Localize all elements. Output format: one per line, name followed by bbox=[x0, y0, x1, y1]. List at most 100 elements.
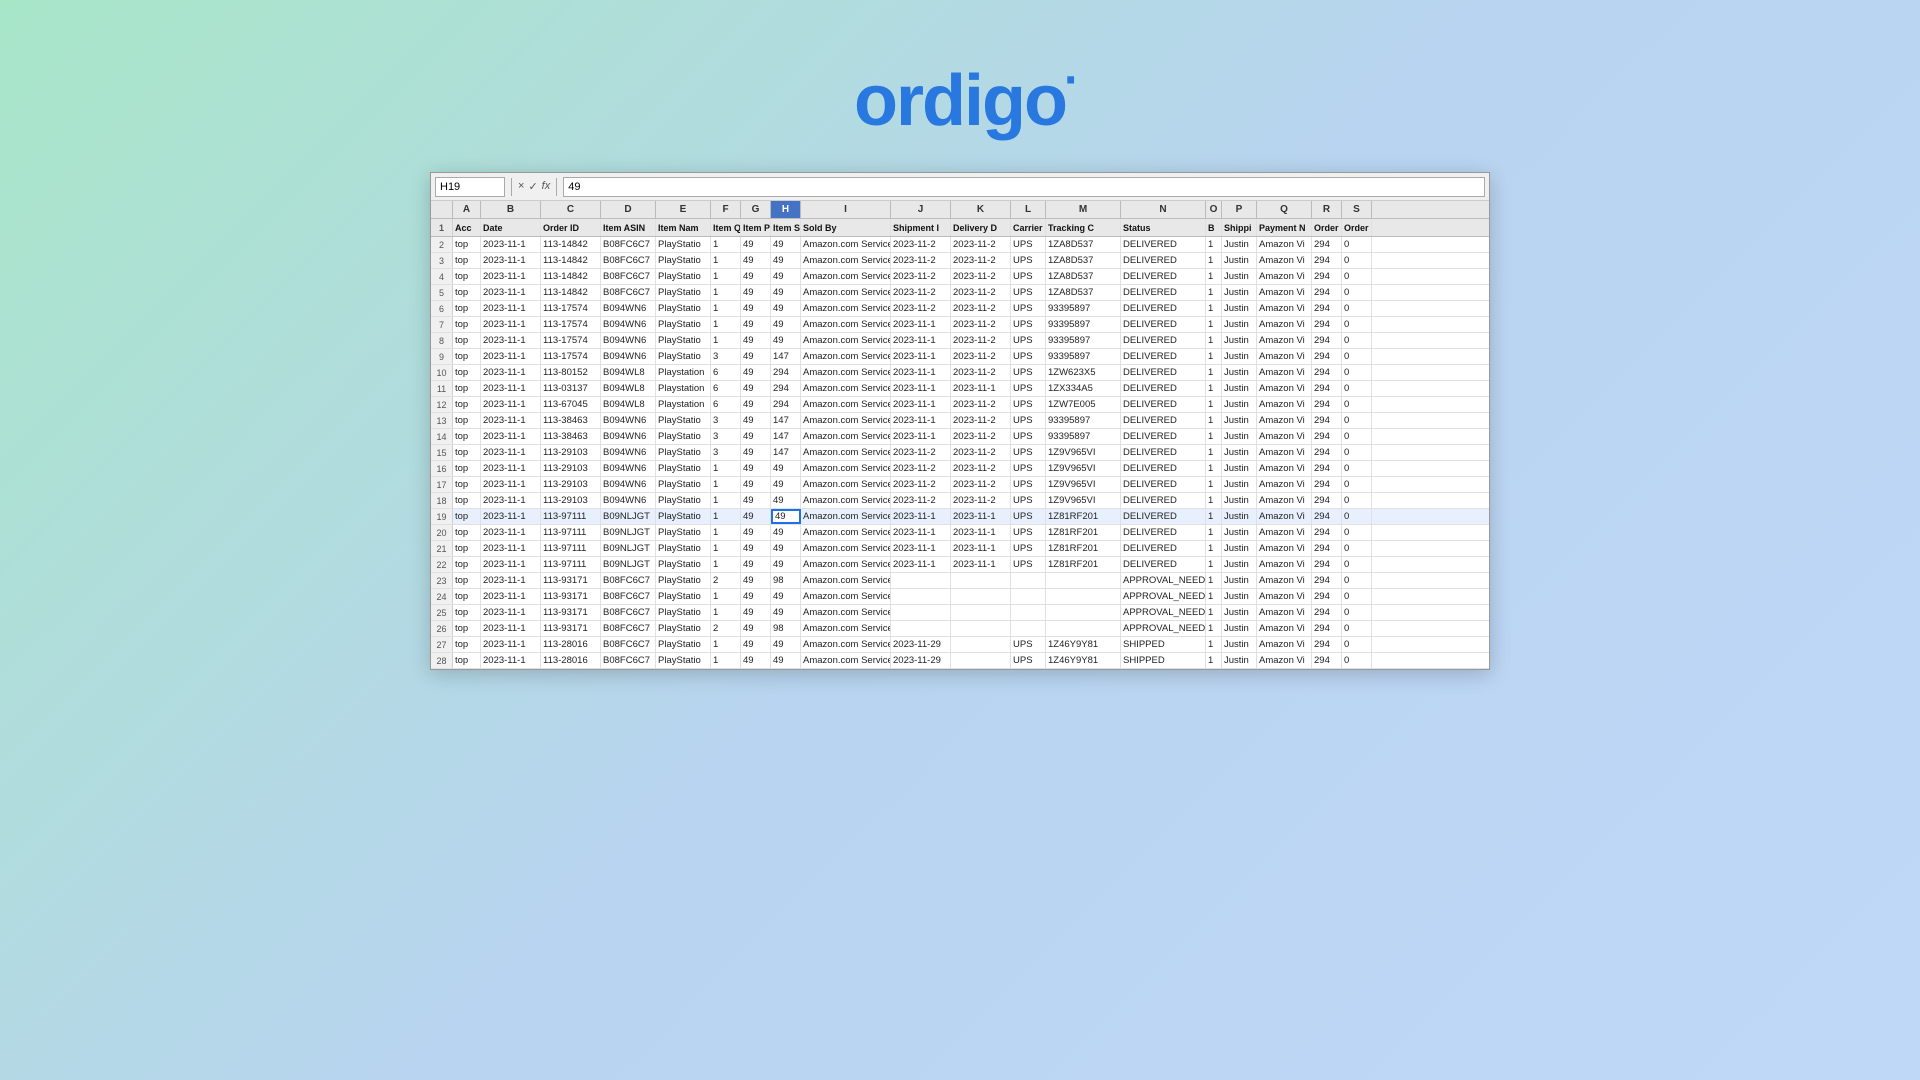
cell-9-C[interactable]: 113-17574 bbox=[541, 349, 601, 364]
cell-19-S[interactable]: 0 bbox=[1342, 509, 1372, 524]
cell-6-O[interactable]: 1 bbox=[1206, 301, 1222, 316]
cell-15-O[interactable]: 1 bbox=[1206, 445, 1222, 460]
cell-10-H[interactable]: 294 bbox=[771, 365, 801, 380]
cell-7-N[interactable]: DELIVERED bbox=[1121, 317, 1206, 332]
cell-26-J[interactable] bbox=[891, 621, 951, 636]
cell-27-I[interactable]: Amazon.com Services LLC bbox=[801, 637, 891, 652]
cell-2-C[interactable]: 113-14842 bbox=[541, 237, 601, 252]
cell-19-R[interactable]: 294 bbox=[1312, 509, 1342, 524]
cell-19-D[interactable]: B09NLJGT bbox=[601, 509, 656, 524]
cell-25-B[interactable]: 2023-11-1 bbox=[481, 605, 541, 620]
cell-11-H[interactable]: 294 bbox=[771, 381, 801, 396]
cell-19-A[interactable]: top bbox=[453, 509, 481, 524]
cell-22-S[interactable]: 0 bbox=[1342, 557, 1372, 572]
cell-9-N[interactable]: DELIVERED bbox=[1121, 349, 1206, 364]
cell-20-N[interactable]: DELIVERED bbox=[1121, 525, 1206, 540]
cell-15-C[interactable]: 113-29103 bbox=[541, 445, 601, 460]
cell-14-L[interactable]: UPS bbox=[1011, 429, 1046, 444]
cell-16-D[interactable]: B094WN6 bbox=[601, 461, 656, 476]
cell-13-E[interactable]: PlayStatio bbox=[656, 413, 711, 428]
cell-26-C[interactable]: 113-93171 bbox=[541, 621, 601, 636]
header-F[interactable]: Item Quan bbox=[711, 219, 741, 236]
cell-16-H[interactable]: 49 bbox=[771, 461, 801, 476]
cell-5-E[interactable]: PlayStatio bbox=[656, 285, 711, 300]
cell-12-H[interactable]: 294 bbox=[771, 397, 801, 412]
cell-10-O[interactable]: 1 bbox=[1206, 365, 1222, 380]
cell-22-I[interactable]: Amazon.com Services LLC bbox=[801, 557, 891, 572]
cell-14-N[interactable]: DELIVERED bbox=[1121, 429, 1206, 444]
cell-20-K[interactable]: 2023-11-1 bbox=[951, 525, 1011, 540]
cell-7-R[interactable]: 294 bbox=[1312, 317, 1342, 332]
cell-15-I[interactable]: Amazon.com Services LLC bbox=[801, 445, 891, 460]
cell-4-M[interactable]: 1ZA8D537 bbox=[1046, 269, 1121, 284]
cell-27-L[interactable]: UPS bbox=[1011, 637, 1046, 652]
cell-4-F[interactable]: 1 bbox=[711, 269, 741, 284]
cell-18-H[interactable]: 49 bbox=[771, 493, 801, 508]
cell-26-F[interactable]: 2 bbox=[711, 621, 741, 636]
cell-8-E[interactable]: PlayStatio bbox=[656, 333, 711, 348]
cell-22-M[interactable]: 1Z81RF201 bbox=[1046, 557, 1121, 572]
cell-22-J[interactable]: 2023-11-1 bbox=[891, 557, 951, 572]
header-N[interactable]: Status bbox=[1121, 219, 1206, 236]
cell-15-L[interactable]: UPS bbox=[1011, 445, 1046, 460]
cell-6-D[interactable]: B094WN6 bbox=[601, 301, 656, 316]
cell-27-Q[interactable]: Amazon Vi bbox=[1257, 637, 1312, 652]
cell-13-M[interactable]: 93395897 bbox=[1046, 413, 1121, 428]
cell-12-K[interactable]: 2023-11-2 bbox=[951, 397, 1011, 412]
cell-5-D[interactable]: B08FC6C7 bbox=[601, 285, 656, 300]
cell-10-A[interactable]: top bbox=[453, 365, 481, 380]
cell-23-R[interactable]: 294 bbox=[1312, 573, 1342, 588]
cell-24-H[interactable]: 49 bbox=[771, 589, 801, 604]
cell-20-P[interactable]: Justin bbox=[1222, 525, 1257, 540]
cell-13-P[interactable]: Justin bbox=[1222, 413, 1257, 428]
cell-16-C[interactable]: 113-29103 bbox=[541, 461, 601, 476]
cell-7-E[interactable]: PlayStatio bbox=[656, 317, 711, 332]
cell-21-P[interactable]: Justin bbox=[1222, 541, 1257, 556]
cell-5-Q[interactable]: Amazon Vi bbox=[1257, 285, 1312, 300]
cell-16-A[interactable]: top bbox=[453, 461, 481, 476]
cell-5-S[interactable]: 0 bbox=[1342, 285, 1372, 300]
cell-7-G[interactable]: 49 bbox=[741, 317, 771, 332]
cell-20-M[interactable]: 1Z81RF201 bbox=[1046, 525, 1121, 540]
cell-23-Q[interactable]: Amazon Vi bbox=[1257, 573, 1312, 588]
cell-9-H[interactable]: 147 bbox=[771, 349, 801, 364]
cell-12-Q[interactable]: Amazon Vi bbox=[1257, 397, 1312, 412]
cell-23-C[interactable]: 113-93171 bbox=[541, 573, 601, 588]
cell-4-J[interactable]: 2023-11-2 bbox=[891, 269, 951, 284]
cell-27-O[interactable]: 1 bbox=[1206, 637, 1222, 652]
cell-27-F[interactable]: 1 bbox=[711, 637, 741, 652]
cell-18-B[interactable]: 2023-11-1 bbox=[481, 493, 541, 508]
cell-19-O[interactable]: 1 bbox=[1206, 509, 1222, 524]
cell-24-D[interactable]: B08FC6C7 bbox=[601, 589, 656, 604]
cell-19-P[interactable]: Justin bbox=[1222, 509, 1257, 524]
cell-11-G[interactable]: 49 bbox=[741, 381, 771, 396]
cell-27-B[interactable]: 2023-11-1 bbox=[481, 637, 541, 652]
cell-28-L[interactable]: UPS bbox=[1011, 653, 1046, 668]
cell-10-M[interactable]: 1ZW623X5 bbox=[1046, 365, 1121, 380]
cell-13-L[interactable]: UPS bbox=[1011, 413, 1046, 428]
cell-9-L[interactable]: UPS bbox=[1011, 349, 1046, 364]
cell-28-G[interactable]: 49 bbox=[741, 653, 771, 668]
header-I[interactable]: Sold By bbox=[801, 219, 891, 236]
cell-7-C[interactable]: 113-17574 bbox=[541, 317, 601, 332]
cell-27-N[interactable]: SHIPPED bbox=[1121, 637, 1206, 652]
cell-17-P[interactable]: Justin bbox=[1222, 477, 1257, 492]
cell-13-B[interactable]: 2023-11-1 bbox=[481, 413, 541, 428]
cell-6-N[interactable]: DELIVERED bbox=[1121, 301, 1206, 316]
cell-14-J[interactable]: 2023-11-1 bbox=[891, 429, 951, 444]
cell-26-N[interactable]: APPROVAL_NEEDED bbox=[1121, 621, 1206, 636]
cell-6-S[interactable]: 0 bbox=[1342, 301, 1372, 316]
cell-14-E[interactable]: PlayStatio bbox=[656, 429, 711, 444]
cell-3-N[interactable]: DELIVERED bbox=[1121, 253, 1206, 268]
header-C[interactable]: Order ID bbox=[541, 219, 601, 236]
cell-5-N[interactable]: DELIVERED bbox=[1121, 285, 1206, 300]
cell-27-K[interactable] bbox=[951, 637, 1011, 652]
cell-22-C[interactable]: 113-97111 bbox=[541, 557, 601, 572]
cell-22-B[interactable]: 2023-11-1 bbox=[481, 557, 541, 572]
cell-17-K[interactable]: 2023-11-2 bbox=[951, 477, 1011, 492]
cell-8-Q[interactable]: Amazon Vi bbox=[1257, 333, 1312, 348]
cell-11-A[interactable]: top bbox=[453, 381, 481, 396]
cell-11-S[interactable]: 0 bbox=[1342, 381, 1372, 396]
cell-8-F[interactable]: 1 bbox=[711, 333, 741, 348]
cell-19-K[interactable]: 2023-11-1 bbox=[951, 509, 1011, 524]
